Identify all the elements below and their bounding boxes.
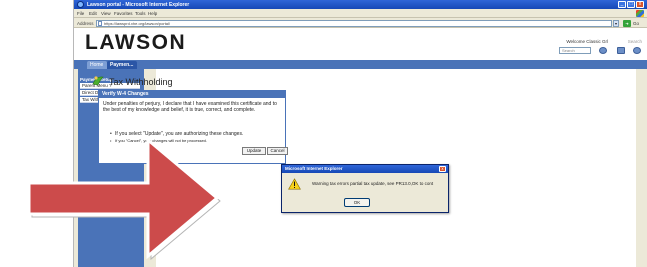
cancel-note: If you "Cancel", your changes will not b… bbox=[110, 138, 207, 143]
tab-payment[interactable]: Paymen... bbox=[107, 61, 137, 69]
portal-tabs: Home Paymen... bbox=[74, 60, 647, 69]
cancel-button[interactable]: Cancel bbox=[267, 147, 288, 155]
menu-favorites[interactable]: Favorites bbox=[114, 11, 133, 16]
dialog-message: Warning tax errors partial tax update, s… bbox=[312, 181, 434, 186]
menu-file[interactable]: File bbox=[77, 11, 84, 16]
minimize-button[interactable]: _ bbox=[618, 1, 626, 8]
lawson-logo: LAWSON bbox=[85, 31, 187, 54]
dialog-title: Microsoft Internet Explorer bbox=[282, 165, 448, 173]
page-icon bbox=[98, 20, 102, 26]
menu-bar: File Edit View Favorites Tools Help bbox=[74, 9, 647, 18]
menu-tools[interactable]: Tools bbox=[135, 11, 146, 16]
windows-logo-icon bbox=[636, 10, 644, 17]
menu-edit[interactable]: Edit bbox=[89, 11, 97, 16]
welcome-text: Welcome Classic Grl bbox=[566, 39, 608, 44]
verify-panel-heading: Verify W-4 Changes bbox=[99, 91, 285, 98]
bookmarks-icon[interactable] bbox=[617, 47, 625, 54]
tax-withholding-icon bbox=[92, 76, 104, 86]
help-icon[interactable] bbox=[633, 47, 641, 54]
window-title: Lawson portal - Microsoft Internet Explo… bbox=[87, 1, 190, 8]
menu-help[interactable]: Help bbox=[148, 11, 157, 16]
title-bar: Lawson portal - Microsoft Internet Explo… bbox=[74, 0, 647, 9]
header-search-link[interactable]: Search bbox=[628, 39, 642, 44]
dialog-close-button[interactable]: x bbox=[439, 166, 446, 172]
menu-view[interactable]: View bbox=[101, 11, 111, 16]
close-button[interactable]: x bbox=[636, 1, 644, 8]
update-note: If you select "Update", you are authoriz… bbox=[110, 131, 243, 137]
go-arrow-icon[interactable]: ➜ bbox=[623, 19, 631, 27]
page-title: Tax Withholding bbox=[109, 77, 173, 87]
ie-icon bbox=[77, 1, 84, 8]
address-bar: Address https://lawsprd.xhe.org/lawson/p… bbox=[74, 18, 647, 28]
portal-header: LAWSON Welcome Classic Grl Search Search bbox=[74, 28, 647, 60]
address-input[interactable]: https://lawsprd.xhe.org/lawson/portal/ bbox=[96, 19, 612, 27]
perjury-statement: Under penalties of perjury, I declare th… bbox=[103, 101, 277, 113]
search-input[interactable]: Search bbox=[559, 47, 591, 54]
warning-icon bbox=[288, 178, 301, 190]
go-button[interactable]: Go bbox=[633, 21, 639, 26]
tab-home[interactable]: Home bbox=[87, 61, 107, 69]
maximize-button[interactable]: □ bbox=[627, 1, 635, 8]
update-button[interactable]: Update bbox=[242, 147, 266, 155]
warning-dialog: Microsoft Internet Explorer x Warning ta… bbox=[281, 164, 449, 213]
settings-icon[interactable] bbox=[599, 47, 607, 54]
ok-button[interactable]: OK bbox=[344, 198, 370, 207]
address-label: Address bbox=[77, 20, 94, 26]
address-dropdown-button[interactable]: ▾ bbox=[613, 19, 619, 27]
